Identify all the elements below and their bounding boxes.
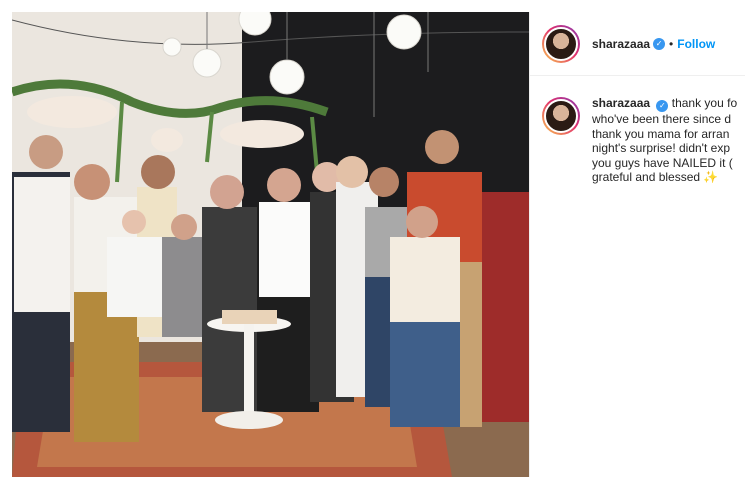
post-header: sharazaaa ✓ • Follow <box>530 12 745 76</box>
caption-line-3: thank you mama for arran <box>592 126 730 141</box>
caption-line-6: grateful and blessed ✨ <box>592 170 719 185</box>
caption-comment: sharazaaa ✓ thank you fo who've been the… <box>530 76 745 185</box>
caption-line-4: night's surprise! didn't exp <box>592 141 730 156</box>
caption-line-1: sharazaaa ✓ thank you fo <box>592 96 738 112</box>
author-username[interactable]: sharazaaa <box>592 37 650 51</box>
group-photo-image <box>12 12 529 477</box>
post-side-panel: sharazaaa ✓ • Follow sharazaaa ✓ thank y… <box>529 12 745 477</box>
author-avatar[interactable] <box>542 24 580 63</box>
verified-badge-icon: ✓ <box>653 37 666 50</box>
sparkles-emoji: ✨ <box>703 170 719 185</box>
caption-line-5: you guys have NAILED it ( <box>592 155 733 170</box>
post-photo[interactable] <box>12 12 529 477</box>
caption-username[interactable]: sharazaaa <box>592 96 650 110</box>
follow-button[interactable]: Follow <box>677 37 715 51</box>
caption-author-avatar[interactable] <box>542 97 580 135</box>
caption-line-2: who've been there since d <box>592 112 732 126</box>
caption-text: sharazaaa ✓ thank you fo who've been the… <box>592 96 745 185</box>
separator-dot: • <box>669 36 674 51</box>
verified-badge-icon: ✓ <box>656 100 669 112</box>
